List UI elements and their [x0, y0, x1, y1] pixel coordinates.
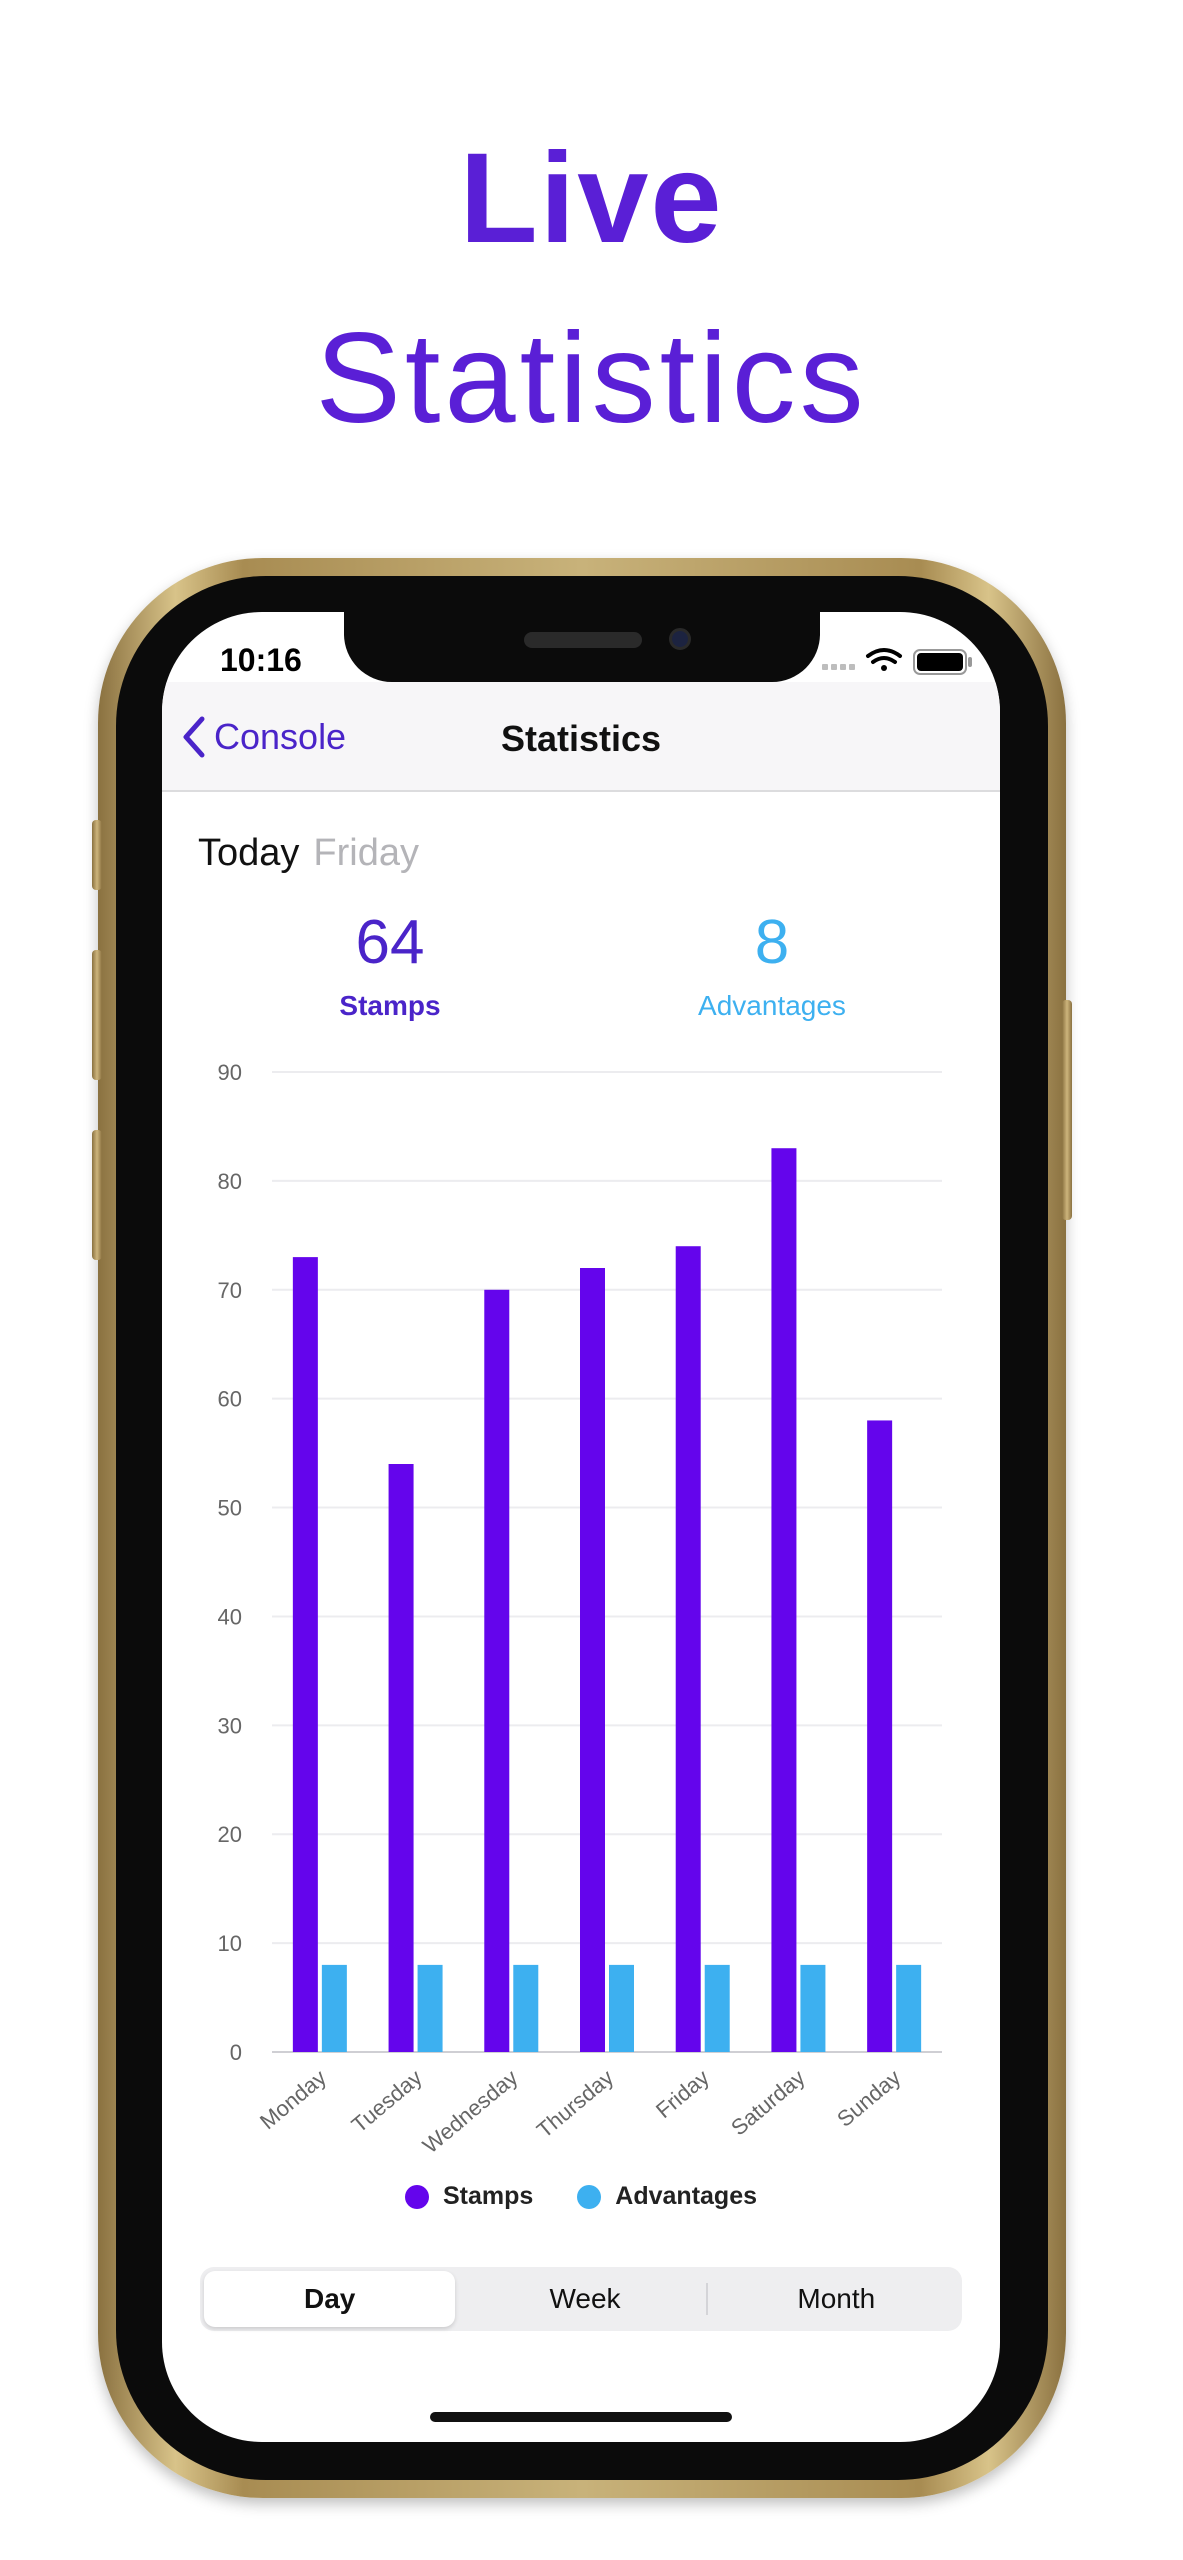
wifi-icon — [866, 648, 902, 671]
segment-divider — [706, 2283, 708, 2315]
y-tick-label: 20 — [218, 1822, 242, 1847]
period-header: Today Friday — [198, 832, 419, 875]
navigation-bar: Console Statistics — [162, 682, 1000, 792]
advantages-count: 8 — [754, 908, 790, 977]
phone-power-button — [1062, 1000, 1072, 1220]
period-label: Today — [198, 832, 300, 874]
legend-item-stamps: Stamps — [404, 2182, 534, 2211]
legend-label-stamps: Stamps — [442, 2182, 534, 2210]
bar-stamps-saturday — [771, 1148, 797, 2052]
bar-advantages-wednesday — [513, 1964, 539, 2052]
y-tick-label: 30 — [218, 1713, 242, 1738]
camera — [669, 628, 691, 650]
battery-icon — [913, 649, 972, 675]
bar-stamps-monday — [292, 1257, 318, 2052]
app-screen: 10:16 Console Statistics Today Friday 64… — [162, 612, 1000, 2442]
status-time: 10:16 — [220, 642, 302, 678]
advantages-label: Advantages — [698, 990, 846, 1021]
y-tick-label: 70 — [218, 1278, 242, 1303]
bar-stamps-wednesday — [484, 1289, 510, 2052]
bar-advantages-friday — [704, 1964, 730, 2052]
stamps-stat: 64 Stamps — [240, 908, 540, 1022]
headline-statistics: Statistics — [315, 307, 868, 450]
phone-volume-down — [92, 1130, 102, 1260]
bar-advantages-tuesday — [417, 1964, 443, 2052]
cellular-signal-icon — [822, 664, 855, 670]
y-tick-label: 80 — [218, 1169, 242, 1194]
x-tick-label: Sunday — [832, 2065, 905, 2132]
y-tick-label: 0 — [230, 2040, 242, 2065]
phone-silent-switch — [92, 820, 102, 890]
bar-stamps-friday — [675, 1246, 701, 2052]
legend-item-advantages: Advantages — [577, 2182, 757, 2211]
legend-dot-stamps — [404, 2184, 429, 2209]
segment-day[interactable]: Day — [204, 2271, 456, 2327]
period-segmented-control: Day Week Month — [200, 2267, 962, 2331]
speaker — [524, 632, 642, 648]
advantages-stat: 8 Advantages — [622, 908, 922, 1022]
bar-advantages-monday — [321, 1964, 347, 2052]
bar-stamps-thursday — [580, 1268, 605, 2052]
y-tick-label: 40 — [218, 1604, 242, 1629]
stamps-label: Stamps — [339, 990, 441, 1021]
phone-volume-up — [92, 950, 102, 1080]
y-tick-label: 50 — [218, 1496, 242, 1521]
bar-advantages-sunday — [896, 1964, 922, 2052]
x-tick-label: Monday — [255, 2065, 331, 2134]
status-icons — [822, 646, 992, 676]
bar-stamps-tuesday — [388, 1464, 414, 2052]
y-tick-label: 60 — [218, 1387, 242, 1412]
page-title: Statistics — [500, 718, 662, 759]
chart-legend: Stamps Advantages — [162, 2182, 1000, 2211]
bar-advantages-saturday — [800, 1964, 826, 2052]
legend-label-advantages: Advantages — [615, 2182, 758, 2210]
x-tick-label: Saturday — [726, 2065, 810, 2141]
y-tick-label: 10 — [218, 1931, 242, 1956]
x-tick-label: Friday — [651, 2065, 714, 2123]
segment-month[interactable]: Month — [711, 2267, 962, 2331]
segment-week[interactable]: Week — [459, 2267, 710, 2331]
x-tick-label: Thursday — [532, 2065, 618, 2143]
legend-dot-advantages — [577, 2184, 602, 2209]
bar-stamps-sunday — [867, 1420, 893, 2052]
x-tick-label: Wednesday — [418, 2065, 523, 2159]
bar-advantages-thursday — [609, 1964, 634, 2052]
x-tick-label: Tuesday — [347, 2065, 427, 2138]
stamps-count: 64 — [355, 908, 425, 977]
bar-chart: 0 10 20 30 40 50 60 70 80 90 Monday TuesdayWednesda… — [218, 1060, 942, 2159]
home-indicator — [430, 2412, 732, 2422]
day-label: Friday — [313, 832, 419, 874]
notch — [344, 612, 820, 682]
headline-live: Live — [459, 127, 724, 270]
y-tick-label: 90 — [218, 1060, 242, 1085]
